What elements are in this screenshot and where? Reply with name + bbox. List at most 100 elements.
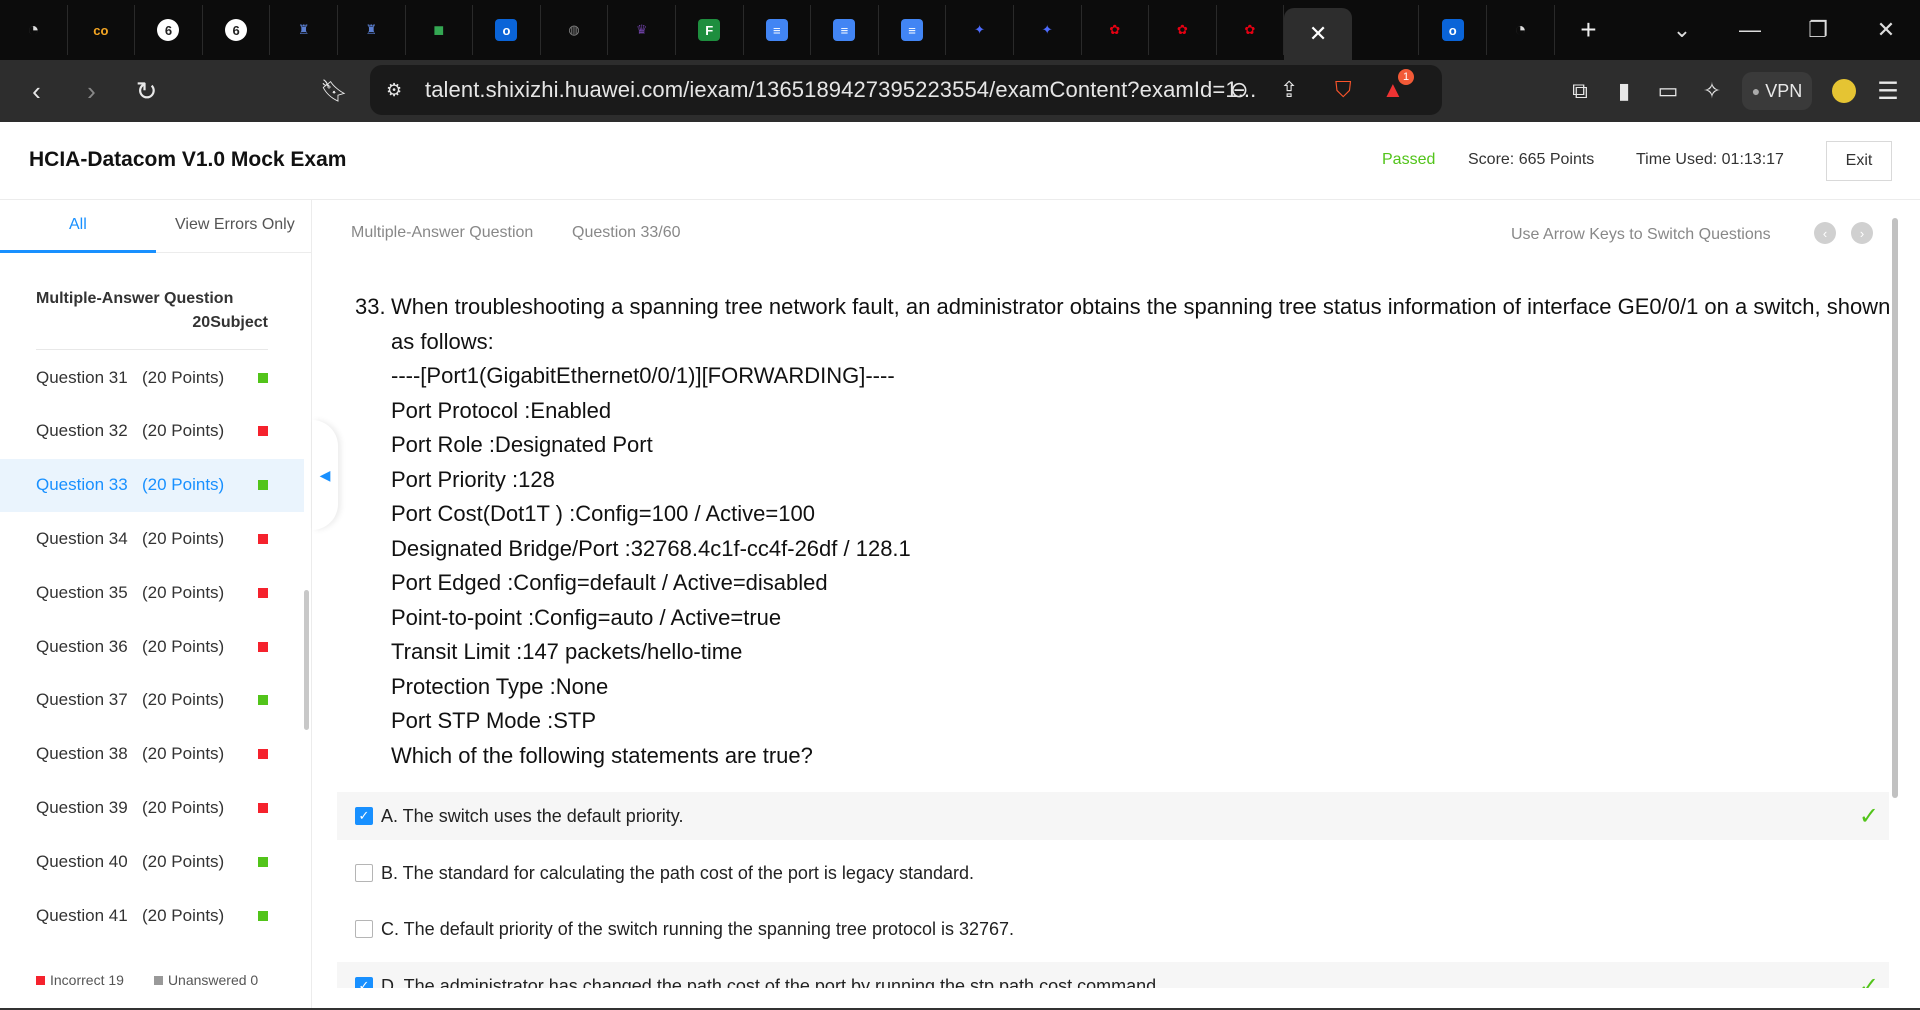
sidebar-question-item[interactable]: Question 33 (20 Points) [0,458,304,512]
browser-tab[interactable]: ■ [406,5,474,55]
browser-tab[interactable]: ♜ [338,5,406,55]
reload-icon: ↻ [135,75,158,106]
zoom-icon[interactable]: ⊖ [1230,77,1248,103]
exit-button[interactable]: Exit [1826,141,1892,181]
restore-icon: ❐ [1808,17,1828,42]
prev-question-button[interactable]: ‹ [1814,222,1836,244]
vpn-pill: ● VPN [1742,72,1812,110]
plus-icon: + [1580,14,1597,45]
option-checkbox[interactable]: ✓ [355,807,373,825]
option-text: B. The standard for calculating the path… [381,862,975,883]
status-dot [258,910,268,921]
browser-tab[interactable]: F [676,5,744,55]
browser-tab[interactable]: ≡ [744,5,812,55]
tab-speedometer[interactable]: ◔ [1487,5,1555,55]
browser-tab[interactable]: co [68,5,136,55]
section-subject-count: 20Subject [192,314,268,331]
browser-tab[interactable]: ◔ [0,5,68,55]
browser-tab[interactable]: ♛ [608,5,676,55]
browser-tab[interactable]: ✿ [1149,5,1217,55]
question-label: Question 32 [36,421,128,441]
huawei-icon: ✿ [1244,22,1256,37]
sidebar-question-item[interactable]: Question 36 (20 Points) [0,620,304,673]
answer-option[interactable]: ✓ A. The switch uses the default priority… [337,792,1889,840]
answer-option[interactable]: C. The default priority of the switch ru… [337,905,1889,953]
tab-microsoft[interactable] [1352,5,1420,55]
option-text: C. The default priority of the switch ru… [381,918,1015,939]
close-window-button[interactable]: ✕ [1852,0,1920,60]
leo-ai-button[interactable]: ✧ [1694,60,1730,122]
browser-tab[interactable]: ✦ [946,5,1014,55]
crest-icon: ♜ [297,22,310,37]
legend-incorrect: Incorrect 19 [50,972,124,988]
question-line: Transit Limit :147 packets/hello-time [391,639,743,664]
browser-tab[interactable]: ◍ [541,5,609,55]
sidebar-question-item[interactable]: Question 34 (20 Points) [0,512,304,565]
speedometer-icon: ◔ [1514,18,1527,41]
tab-active[interactable]: ✕ [1284,8,1352,60]
option-checkbox[interactable] [355,920,373,938]
address-bar[interactable]: ⚙ talent.shixizhi.huawei.com/iexam/13651… [370,65,1442,115]
tab-search-button[interactable]: ⌄ [1648,0,1716,60]
browser-tab[interactable]: ✿ [1082,5,1150,55]
sidebar-question-item[interactable]: Question 31 (20 Points) [0,351,304,404]
extensions-button[interactable]: ⧉ [1562,60,1598,122]
minimize-button[interactable]: — [1716,0,1784,60]
outlook-icon: o [495,19,518,41]
browser-tab[interactable]: ♜ [270,5,338,55]
status-dot [258,426,268,437]
sidebar-question-item[interactable]: Question 37 (20 Points) [0,674,304,727]
answer-option[interactable]: ✓ D. The administrator has changed the pa… [337,962,1889,988]
sidebar-scrollbar[interactable] [304,590,309,730]
reload-button[interactable]: ↻ [124,69,169,114]
browser-tab[interactable]: ≡ [811,5,879,55]
browser-tab[interactable]: o [473,5,541,55]
status-dot [258,641,268,652]
option-checkbox[interactable] [355,864,373,882]
answer-option[interactable]: B. The standard for calculating the path… [337,849,1889,897]
sidebar-question-item[interactable]: Question 35 (20 Points) [0,566,304,619]
question-label: Question 34 [36,528,128,548]
sidebar-question-item[interactable]: Question 41 (20 Points) [0,889,304,942]
browser-tab[interactable]: 6 [135,5,203,55]
wallet-button[interactable]: ▭ [1650,60,1686,122]
brave-shield-icon[interactable]: ⛉ [1335,77,1352,103]
profile-button[interactable] [1826,60,1862,122]
tab-view-errors[interactable]: View Errors Only [175,216,295,234]
option-checkbox[interactable]: ✓ [355,977,373,988]
sidebar-question-item[interactable]: Question 39 (20 Points) [0,781,304,834]
browser-tab[interactable]: ≡ [879,5,947,55]
next-question-button[interactable]: › [1851,222,1873,244]
question-points: (20 Points) [142,582,225,602]
question-line: ----[Port1(GigabitEthernet0/0/1)][FORWAR… [391,363,895,388]
incorrect-swatch [36,975,45,985]
question-line: Port Role :Designated Port [391,432,653,457]
question-lines: as follows: ----[Port1(GigabitEthernet0/0… [355,325,1895,774]
sidebar-question-item[interactable]: Question 40 (20 Points) [0,835,304,888]
deepseek-icon: ✦ [1041,22,1053,37]
sidebar-question-item[interactable]: Question 38 (20 Points) [0,728,304,781]
sidebar-button[interactable]: ▮ [1606,60,1642,122]
vpn-button[interactable]: ● VPN [1738,60,1816,122]
site-settings-icon[interactable]: ⚙ [386,80,402,101]
new-tab-button[interactable]: + [1555,5,1623,55]
back-button[interactable]: ‹ [14,69,59,114]
browser-tab[interactable]: ✿ [1217,5,1285,55]
browser-tab[interactable]: 6 [203,5,271,55]
tab-outlook[interactable]: o [1419,5,1488,55]
browser-tab[interactable]: ✦ [1014,5,1082,55]
main-scrollbar[interactable] [1892,218,1898,798]
menu-button[interactable]: ☰ [1868,60,1908,122]
bookmark-button[interactable]: 🔖︎ [318,60,350,122]
question-line: Port Protocol :Enabled [391,397,612,423]
browser-toolbar: ‹ › ↻ 🔖︎ ⚙ talent.shixizhi.huawei.com/ie… [0,60,1920,122]
url-text[interactable]: talent.shixizhi.huawei.com/iexam/1365189… [425,77,1256,103]
restore-button[interactable]: ❐ [1784,0,1852,60]
share-icon[interactable]: ⇪ [1280,77,1298,103]
question-label: Question 41 [36,905,128,925]
sidebar-question-item[interactable]: Question 32 (20 Points) [0,405,304,458]
forward-button[interactable]: › [69,69,114,114]
question-label: Question 37 [36,690,128,710]
tab-all[interactable]: All [69,216,87,234]
close-tab-icon[interactable]: ✕ [1309,21,1327,47]
